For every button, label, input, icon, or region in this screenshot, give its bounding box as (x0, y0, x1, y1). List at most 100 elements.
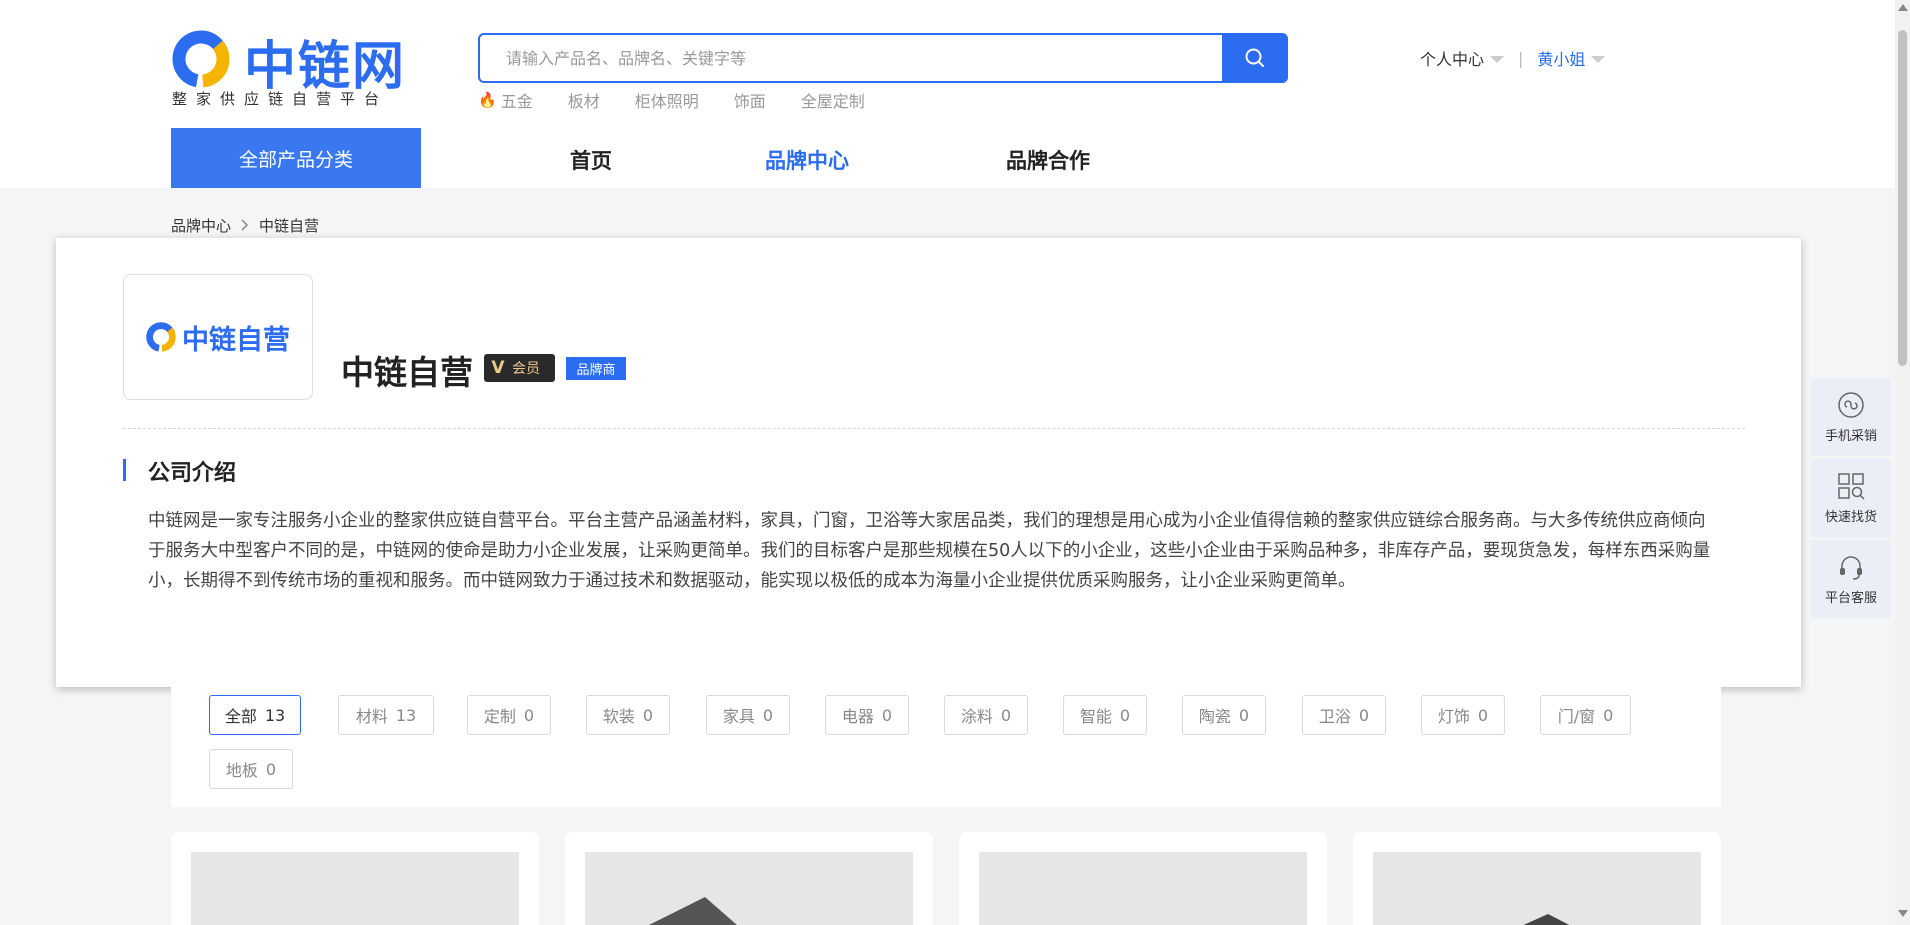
category-chip[interactable]: 灯饰 0 (1421, 695, 1505, 735)
scroll-down-arrow-icon[interactable] (1898, 910, 1908, 917)
divider (123, 428, 1745, 429)
vip-v-icon: V (491, 358, 505, 378)
site-logo[interactable]: 中链网 整家供应链自营平台 (170, 28, 420, 108)
user-center-label: 个人中心 (1420, 50, 1485, 69)
breadcrumb: 品牌中心 中链自营 (171, 215, 319, 236)
category-chip-count: 0 (1238, 705, 1250, 725)
category-chip-count: 0 (1358, 705, 1370, 725)
category-chip[interactable]: 材料 13 (338, 695, 434, 735)
scrollbar-thumb[interactable] (1898, 30, 1907, 366)
category-chip[interactable]: 涂料 0 (944, 695, 1028, 735)
category-chip-label: 灯饰 (1437, 707, 1470, 726)
category-chip-label: 涂料 (960, 707, 993, 726)
all-categories-button[interactable]: 全部产品分类 (171, 128, 421, 188)
customer-service-button[interactable]: 平台客服 (1811, 540, 1891, 618)
category-chip[interactable]: 软装 0 (586, 695, 670, 735)
scroll-up-arrow-icon[interactable] (1898, 4, 1908, 11)
floating-side-panel: 手机采销 快速找货 平台客服 (1811, 378, 1891, 621)
grid-search-icon (1838, 472, 1865, 500)
product-card[interactable] (1353, 832, 1721, 925)
category-chip-count: 0 (265, 759, 277, 779)
category-chip-label: 智能 (1079, 707, 1112, 726)
side-item-label: 手机采销 (1824, 428, 1877, 444)
product-shape (649, 897, 737, 925)
nav-item-home[interactable]: 首页 (570, 145, 612, 175)
product-card[interactable] (171, 832, 539, 925)
product-card[interactable] (565, 832, 933, 925)
product-image (979, 852, 1307, 925)
category-chip-label: 门/窗 (1557, 707, 1596, 726)
hot-tag-label: 柜体照明 (634, 92, 699, 111)
category-chip[interactable]: 地板 0 (209, 749, 293, 789)
user-area: 个人中心 | 黄小姐 (1420, 46, 1606, 70)
category-chip[interactable]: 定制 0 (467, 695, 551, 735)
brand-card (79, 241, 1787, 667)
search-icon (1245, 48, 1264, 67)
hot-search-tags: 🔥 五金 板材 柜体照明 饰面 全屋定制 (478, 88, 900, 112)
category-chip-label: 陶瓷 (1198, 707, 1231, 726)
brand-logo-text: 中链自营 (182, 324, 290, 356)
product-image (585, 852, 913, 925)
user-center-dropdown[interactable]: 个人中心 (1420, 46, 1505, 70)
hot-tag-label: 饰面 (733, 92, 766, 111)
category-chip-count: 0 (1000, 705, 1012, 725)
category-chip-count: 0 (762, 705, 774, 725)
category-chip-label: 材料 (355, 707, 388, 726)
category-chip-label: 卫浴 (1318, 707, 1351, 726)
category-chip-label: 地板 (225, 761, 258, 780)
mini-program-icon (1838, 391, 1864, 418)
category-chip-label: 电器 (841, 707, 874, 726)
logo-mark-icon (146, 322, 176, 352)
category-chip-label: 家具 (722, 707, 755, 726)
category-chip-count: 13 (264, 705, 286, 725)
chevron-down-icon (1490, 55, 1505, 63)
user-name-dropdown[interactable]: 黄小姐 (1537, 46, 1606, 70)
product-card[interactable] (959, 832, 1327, 925)
fire-icon: 🔥 (478, 91, 497, 109)
category-chip[interactable]: 电器 0 (825, 695, 909, 735)
category-chip[interactable]: 卫浴 0 (1302, 695, 1386, 735)
category-chip-count: 0 (642, 705, 654, 725)
search-box (478, 33, 1288, 83)
section-marker (123, 459, 126, 481)
quick-find-button[interactable]: 快速找货 (1811, 459, 1891, 537)
breadcrumb-link[interactable]: 品牌中心 (171, 215, 231, 236)
product-image (1373, 852, 1701, 925)
mobile-purchase-button[interactable]: 手机采销 (1811, 378, 1891, 456)
category-chip-label: 全部 (224, 707, 257, 726)
section-title: 公司介绍 (148, 461, 237, 486)
search-input[interactable] (480, 35, 1225, 81)
side-item-label: 平台客服 (1824, 590, 1877, 606)
logo-tagline: 整家供应链自营平台 (172, 90, 389, 108)
hot-tag-label: 五金 (500, 92, 533, 111)
hot-tag[interactable]: 饰面 (734, 88, 766, 112)
page-scrollbar[interactable] (1895, 0, 1910, 925)
category-chip[interactable]: 门/窗 0 (1540, 695, 1631, 735)
chevron-down-icon (1591, 55, 1606, 63)
hot-tag[interactable]: 柜体照明 (635, 88, 699, 112)
company-intro: 中链网是一家专注服务小企业的整家供应链自营平台。平台主营产品涵盖材料，家具，门窗… (148, 511, 1711, 591)
category-chip[interactable]: 陶瓷 0 (1182, 695, 1266, 735)
chevron-right-icon (241, 217, 249, 235)
category-chip-label: 软装 (602, 707, 635, 726)
user-name-label: 黄小姐 (1537, 50, 1586, 69)
hot-tag[interactable]: 板材 (568, 88, 600, 112)
search-button[interactable] (1222, 33, 1288, 83)
hot-tag-label: 全屋定制 (800, 92, 865, 111)
hot-tag[interactable]: 全屋定制 (801, 88, 865, 112)
category-chip-count: 0 (1603, 705, 1614, 725)
product-image (191, 852, 519, 925)
category-chip[interactable]: 家具 0 (706, 695, 790, 735)
brand-merchant-badge: 品牌商 (566, 357, 626, 380)
category-chip-label: 定制 (483, 707, 516, 726)
nav-item-brand-cooperation[interactable]: 品牌合作 (1006, 145, 1090, 175)
nav-item-brand-center[interactable]: 品牌中心 (765, 145, 849, 175)
headset-icon (1840, 555, 1862, 580)
main-nav: 全部产品分类 (171, 128, 421, 188)
category-chip[interactable]: 智能 0 (1063, 695, 1147, 735)
category-chip[interactable]: 全部 13 (209, 695, 301, 735)
category-chip-count: 0 (881, 705, 893, 725)
hot-tag[interactable]: 🔥 五金 (478, 88, 533, 112)
side-item-label: 快速找货 (1824, 509, 1877, 525)
category-chip-count: 0 (1119, 705, 1131, 725)
